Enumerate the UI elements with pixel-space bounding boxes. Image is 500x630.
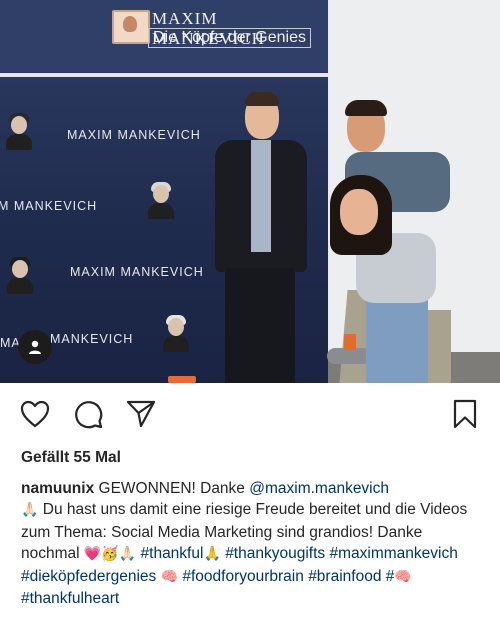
folded-hands-emoji: 🙏 [203, 546, 221, 563]
hashtag-link[interactable]: #thankyougifts [225, 545, 325, 562]
comment-bubble-icon [75, 401, 103, 429]
folded-hands-emoji: 🙏🏻 [21, 502, 39, 519]
comment-button[interactable] [71, 397, 105, 431]
banner-text: MANKEVICH [50, 332, 134, 346]
caption-mention[interactable]: @maxim.mankevich [249, 480, 389, 497]
share-button[interactable] [124, 397, 158, 431]
hashtag-link[interactable]: #thankful [141, 545, 204, 562]
caption-text: GEWONNEN! Danke [94, 480, 250, 497]
bookmark-outline-icon [453, 399, 477, 429]
like-button[interactable] [18, 397, 52, 431]
hashtag-link[interactable]: #thankfulheart [21, 590, 119, 607]
orange-chip [168, 376, 196, 383]
brain-logo-icon [112, 10, 150, 44]
genius-portrait [7, 257, 33, 294]
hashtag-link[interactable]: #brainfood [308, 568, 381, 585]
person-icon [29, 340, 41, 354]
banner-text: M MANKEVICH [0, 199, 98, 213]
caption-username[interactable]: namuunix [21, 480, 94, 497]
genius-portrait [6, 113, 32, 150]
save-button[interactable] [448, 397, 482, 431]
genius-portrait [148, 182, 174, 219]
heart-party-hands-emoji: 💗🥳🙏🏻 [83, 546, 137, 563]
banner-divider [0, 73, 328, 77]
heart-outline-icon [20, 400, 50, 428]
banner-text: MAXIM MANKEVICH [70, 265, 204, 279]
cardboard-cutout-man [215, 92, 307, 383]
hashtag-link[interactable]: #foodforyourbrain [182, 568, 304, 585]
person-woman [330, 175, 440, 383]
orange-sock [344, 334, 356, 350]
post-actions-bar [0, 383, 500, 445]
user-tags-button[interactable] [18, 330, 52, 364]
genius-portrait [163, 315, 189, 352]
post-photo[interactable]: MAXIM MANKEVICH Die Köpfe der Genies MAX… [0, 0, 500, 383]
likes-count[interactable]: Gefällt 55 Mal [21, 449, 121, 467]
brain-emoji: 🧠 [160, 568, 179, 585]
hashtag-link[interactable]: #dieköpfedergenies [21, 568, 156, 585]
banner-brand-subtitle: Die Köpfe der Genies [148, 28, 311, 48]
paper-plane-icon [126, 400, 156, 428]
post-caption: namuunix GEWONNEN! Danke @maxim.mankevic… [21, 478, 483, 609]
hashtag-link[interactable]: #maximmankevich [329, 545, 457, 562]
brain-emoji: 🧠 [394, 568, 412, 585]
banner-text: MAXIM MANKEVICH [67, 128, 201, 142]
